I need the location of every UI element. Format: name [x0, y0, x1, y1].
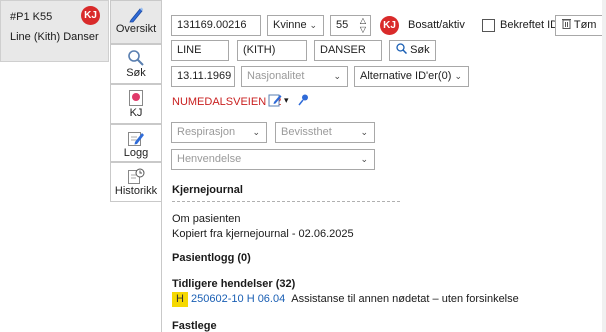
map-pin-icon[interactable] — [297, 93, 309, 110]
verified-id-checkbox[interactable] — [482, 19, 495, 32]
last-name-field[interactable]: DANSER — [314, 40, 382, 61]
tab-label: Logg — [123, 147, 149, 159]
patient-log-heading[interactable]: Pasientlogg (0) — [172, 252, 251, 264]
nationality-select[interactable]: Nasjonalitet ⌄ — [241, 66, 348, 87]
gender-value: Kvinne — [273, 19, 307, 31]
tab-oversikt[interactable]: Oversikt — [110, 0, 161, 44]
first-name-field[interactable]: LINE — [171, 40, 229, 61]
age-value: 55 — [336, 19, 349, 31]
event-description: Assistanse til annen nødetat – uten fors… — [291, 293, 519, 305]
consciousness-placeholder: Bevissthet — [281, 126, 332, 138]
search-icon — [396, 43, 410, 56]
chevron-down-icon: ⌄ — [252, 127, 260, 137]
pencil-icon — [111, 1, 161, 23]
alt-ids-value: Alternative ID'er(0) — [360, 70, 452, 82]
search-icon — [111, 45, 161, 67]
consciousness-select[interactable]: Bevissthet ⌄ — [275, 122, 375, 143]
inquiry-select[interactable]: Henvendelse ⌄ — [171, 149, 375, 170]
tab-sok[interactable]: Søk — [110, 44, 161, 84]
patient-name: Line (Kith) Danser — [10, 31, 99, 43]
main-panel: 131169.00216 Kvinne ⌄ 55 △ ▽ KJ Bosatt/ak… — [161, 0, 606, 332]
event-link[interactable]: 250602-10 — [191, 293, 244, 305]
alt-ids-select[interactable]: Alternative ID'er(0) ⌄ — [354, 66, 469, 87]
respiration-select[interactable]: Respirasjon ⌄ — [171, 122, 267, 143]
copied-text: Kopiert fra kjernejournal - 02.06.2025 — [172, 228, 354, 240]
chevron-down-icon: ⌄ — [454, 71, 462, 81]
trash-icon — [562, 19, 574, 31]
search-label: Søk — [410, 44, 430, 56]
previous-events-heading[interactable]: Tidligere hendelser (32) — [172, 278, 295, 290]
gender-select[interactable]: Kvinne ⌄ — [267, 15, 324, 36]
tab-kj[interactable]: KJ — [110, 84, 161, 124]
ssn-field[interactable]: 131169.00216 — [171, 15, 261, 36]
kj-badge-icon[interactable]: KJ — [380, 16, 399, 35]
clear-label: Tøm — [573, 19, 597, 31]
kj-document-icon — [111, 85, 161, 107]
status-text: Bosatt/aktiv — [408, 19, 465, 31]
chevron-down-icon[interactable]: ▾ — [284, 95, 289, 106]
respiration-placeholder: Respirasjon — [177, 126, 236, 138]
scrollbar[interactable] — [602, 0, 606, 332]
gp-heading: Fastlege — [172, 320, 217, 332]
search-button[interactable]: Søk — [389, 40, 436, 61]
edit-address-icon[interactable] — [268, 93, 282, 110]
nationality-placeholder: Nasjonalitet — [247, 70, 305, 82]
chevron-down-icon: ⌄ — [360, 154, 368, 164]
birthdate-field[interactable]: 13.11.1969 — [171, 66, 235, 87]
age-stepper[interactable]: 55 △ ▽ — [330, 15, 371, 36]
patient-id: #P1 K55 — [10, 11, 53, 23]
tab-logg[interactable]: Logg — [110, 124, 161, 162]
inquiry-placeholder: Henvendelse — [177, 153, 242, 165]
log-edit-icon — [111, 125, 161, 147]
tab-historikk[interactable]: Historikk — [110, 162, 161, 202]
stepper-arrows-icon[interactable]: △ ▽ — [360, 16, 366, 34]
clear-button[interactable]: Tøm — [555, 15, 605, 36]
history-icon — [111, 163, 161, 185]
event-badge: H — [172, 292, 188, 307]
about-heading: Om pasienten — [172, 213, 241, 225]
divider — [172, 201, 400, 202]
middle-name-field[interactable]: (KITH) — [237, 40, 307, 61]
journal-title: Kjernejournal — [172, 184, 243, 196]
address-text[interactable]: NUMEDALSVEIEN 52 — [172, 96, 281, 108]
kj-badge-icon: KJ — [81, 6, 100, 25]
tab-label: Historikk — [114, 185, 158, 197]
vertical-tab-strip: Oversikt Søk KJ Logg Historikk — [110, 0, 161, 202]
event-code: H 06.04 — [246, 293, 286, 305]
verified-id-label: Bekreftet ID — [500, 19, 559, 31]
tab-label: KJ — [129, 107, 143, 119]
patient-card[interactable]: #P1 K55 KJ Line (Kith) Danser — [0, 0, 109, 62]
tab-label: Søk — [126, 67, 146, 79]
event-row[interactable]: H 250602-10 H 06.04 Assistanse til annen… — [172, 292, 519, 307]
chevron-down-icon: ⌄ — [309, 20, 317, 30]
chevron-down-icon: ⌄ — [360, 127, 368, 137]
chevron-down-icon: ⌄ — [333, 71, 341, 81]
tab-label: Oversikt — [115, 23, 157, 35]
